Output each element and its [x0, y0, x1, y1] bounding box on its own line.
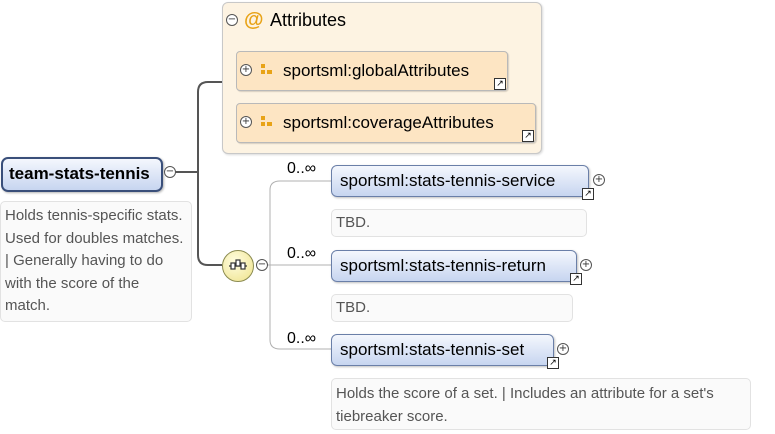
- expand-icon[interactable]: +: [240, 116, 252, 128]
- attribute-group-global[interactable]: + sportsml:globalAttributes ↗: [236, 51, 508, 91]
- reference-arrow-icon[interactable]: ↗: [522, 130, 534, 142]
- attribute-group-icon: [261, 64, 273, 78]
- child-description: Holds the score of a set. | Includes an …: [331, 378, 751, 430]
- reference-arrow-icon[interactable]: ↗: [547, 357, 559, 369]
- collapse-sequence-icon[interactable]: −: [256, 259, 268, 271]
- cardinality-label: 0..∞: [287, 245, 317, 262]
- child-element-stats-tennis-return[interactable]: sportsml:stats-tennis-return: [331, 250, 577, 282]
- child-element-stats-tennis-set[interactable]: sportsml:stats-tennis-set: [331, 334, 554, 366]
- attribute-group-label: sportsml:coverageAttributes: [283, 113, 494, 132]
- root-element-label: team-stats-tennis: [9, 164, 150, 183]
- reference-arrow-icon[interactable]: ↗: [582, 188, 594, 200]
- cardinality-label: 0..∞: [287, 160, 317, 177]
- child-description: TBD.: [331, 209, 587, 237]
- sequence-compositor-icon[interactable]: [222, 250, 254, 282]
- collapse-attributes-icon[interactable]: −: [226, 14, 238, 26]
- reference-arrow-icon[interactable]: ↗: [570, 273, 582, 285]
- child-element-label: sportsml:stats-tennis-set: [340, 340, 525, 359]
- collapse-root-icon[interactable]: −: [164, 166, 176, 178]
- attribute-group-coverage[interactable]: + sportsml:coverageAttributes ↗: [236, 103, 536, 143]
- cardinality-label: 0..∞: [287, 330, 317, 347]
- expand-icon[interactable]: +: [580, 259, 592, 271]
- child-element-stats-tennis-service[interactable]: sportsml:stats-tennis-service: [331, 165, 589, 197]
- attributes-at-icon: @: [244, 9, 264, 31]
- root-description: Holds tennis-specific stats. Used for do…: [0, 201, 192, 322]
- expand-icon[interactable]: +: [557, 343, 569, 355]
- root-element[interactable]: team-stats-tennis: [1, 157, 163, 192]
- child-element-label: sportsml:stats-tennis-service: [340, 171, 556, 190]
- child-description: TBD.: [331, 294, 573, 322]
- reference-arrow-icon[interactable]: ↗: [494, 78, 506, 90]
- expand-icon[interactable]: +: [240, 64, 252, 76]
- child-element-label: sportsml:stats-tennis-return: [340, 256, 546, 275]
- attribute-group-icon: [261, 116, 273, 130]
- attribute-group-label: sportsml:globalAttributes: [283, 61, 470, 80]
- attributes-title: Attributes: [270, 10, 347, 30]
- expand-icon[interactable]: +: [593, 174, 605, 186]
